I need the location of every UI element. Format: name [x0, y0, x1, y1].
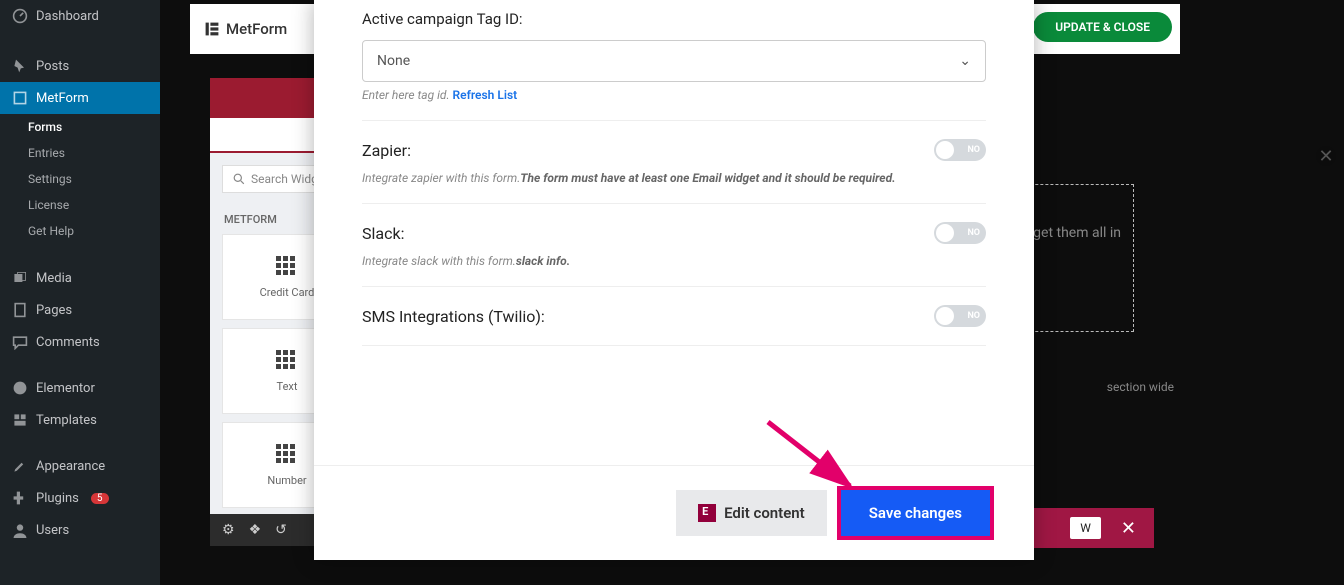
sidebar-item-plugins[interactable]: Plugins 5 [0, 482, 160, 514]
tag-helper: Enter here tag id. Refresh List [362, 88, 986, 102]
slack-toggle[interactable]: NO [934, 222, 986, 244]
sidebar-label: Plugins [36, 491, 79, 506]
sidebar-item-metform[interactable]: MetForm [0, 82, 160, 114]
modal-footer: Edit content Save changes [314, 465, 1034, 560]
elementor-icon [698, 504, 716, 522]
media-icon [12, 270, 28, 286]
zapier-toggle[interactable]: NO [934, 139, 986, 161]
wp-admin-sidebar: Dashboard Posts MetForm Forms Entries Se… [0, 0, 160, 585]
sidebar-label: Users [36, 523, 69, 538]
plugin-icon [12, 490, 28, 506]
sidebar-label: Appearance [36, 459, 105, 474]
section-wide-text: section wide [1107, 380, 1174, 394]
templates-icon [12, 412, 28, 428]
sidebar-label: Pages [36, 303, 72, 318]
sidebar-item-media[interactable]: Media [0, 262, 160, 294]
edit-content-button[interactable]: Edit content [676, 490, 827, 536]
elementor-icon [12, 380, 28, 396]
user-icon [12, 522, 28, 538]
pin-icon [12, 58, 28, 74]
sidebar-item-dashboard[interactable]: Dashboard [0, 0, 160, 32]
sms-toggle[interactable]: NO [934, 305, 986, 327]
sidebar-sub-settings[interactable]: Settings [0, 166, 160, 192]
sidebar-item-templates[interactable]: Templates [0, 404, 160, 436]
w-button[interactable]: W [1070, 517, 1101, 539]
sidebar-item-elementor[interactable]: Elementor [0, 372, 160, 404]
update-close-button[interactable]: UPDATE & CLOSE [1033, 12, 1172, 42]
sidebar-item-comments[interactable]: Comments [0, 326, 160, 358]
save-changes-button[interactable]: Save changes [841, 490, 990, 536]
zapier-label: Zapier: [362, 141, 411, 160]
sidebar-label: Templates [36, 413, 97, 428]
sidebar-label: MetForm [36, 91, 89, 106]
sidebar-sub-gethelp[interactable]: Get Help [0, 218, 160, 244]
sidebar-item-appearance[interactable]: Appearance [0, 450, 160, 482]
metform-logo-icon [204, 21, 220, 37]
brush-icon [12, 458, 28, 474]
sidebar-label: Media [36, 271, 72, 286]
close-icon[interactable]: ✕ [1316, 146, 1336, 166]
history-icon[interactable]: ↺ [275, 522, 287, 538]
sidebar-label: Posts [36, 59, 69, 74]
comment-icon [12, 334, 28, 350]
settings-icon[interactable]: ⚙ [222, 522, 235, 538]
layers-icon[interactable]: ❖ [249, 522, 262, 538]
settings-modal: Active campaign Tag ID: None ⌄ Enter her… [314, 0, 1034, 560]
search-icon [233, 173, 245, 185]
zapier-desc: Integrate zapier with this form.The form… [362, 171, 986, 185]
grid-icon [276, 350, 298, 372]
slack-desc: Integrate slack with this form.slack inf… [362, 254, 986, 268]
form-icon [12, 90, 28, 106]
page-icon [12, 302, 28, 318]
sidebar-label: Elementor [36, 381, 95, 396]
chevron-down-icon: ⌄ [959, 53, 971, 69]
sidebar-item-users[interactable]: Users [0, 514, 160, 546]
sidebar-sub-forms[interactable]: Forms [0, 114, 160, 140]
sidebar-label: Comments [36, 335, 100, 350]
tag-id-label: Active campaign Tag ID: [362, 10, 986, 28]
close-icon[interactable]: ✕ [1121, 518, 1136, 539]
update-badge: 5 [91, 493, 109, 504]
grid-icon [276, 256, 298, 278]
tag-id-select[interactable]: None ⌄ [362, 40, 986, 82]
grid-icon [276, 444, 298, 466]
dashboard-icon [12, 8, 28, 24]
sidebar-item-posts[interactable]: Posts [0, 50, 160, 82]
sidebar-item-pages[interactable]: Pages [0, 294, 160, 326]
sidebar-sub-license[interactable]: License [0, 192, 160, 218]
sidebar-sub-entries[interactable]: Entries [0, 140, 160, 166]
sms-label: SMS Integrations (Twilio): [362, 307, 545, 326]
sidebar-label: Dashboard [36, 9, 99, 24]
slack-label: Slack: [362, 224, 404, 243]
refresh-list-link[interactable]: Refresh List [453, 88, 518, 102]
page-title: MetForm [204, 20, 287, 38]
